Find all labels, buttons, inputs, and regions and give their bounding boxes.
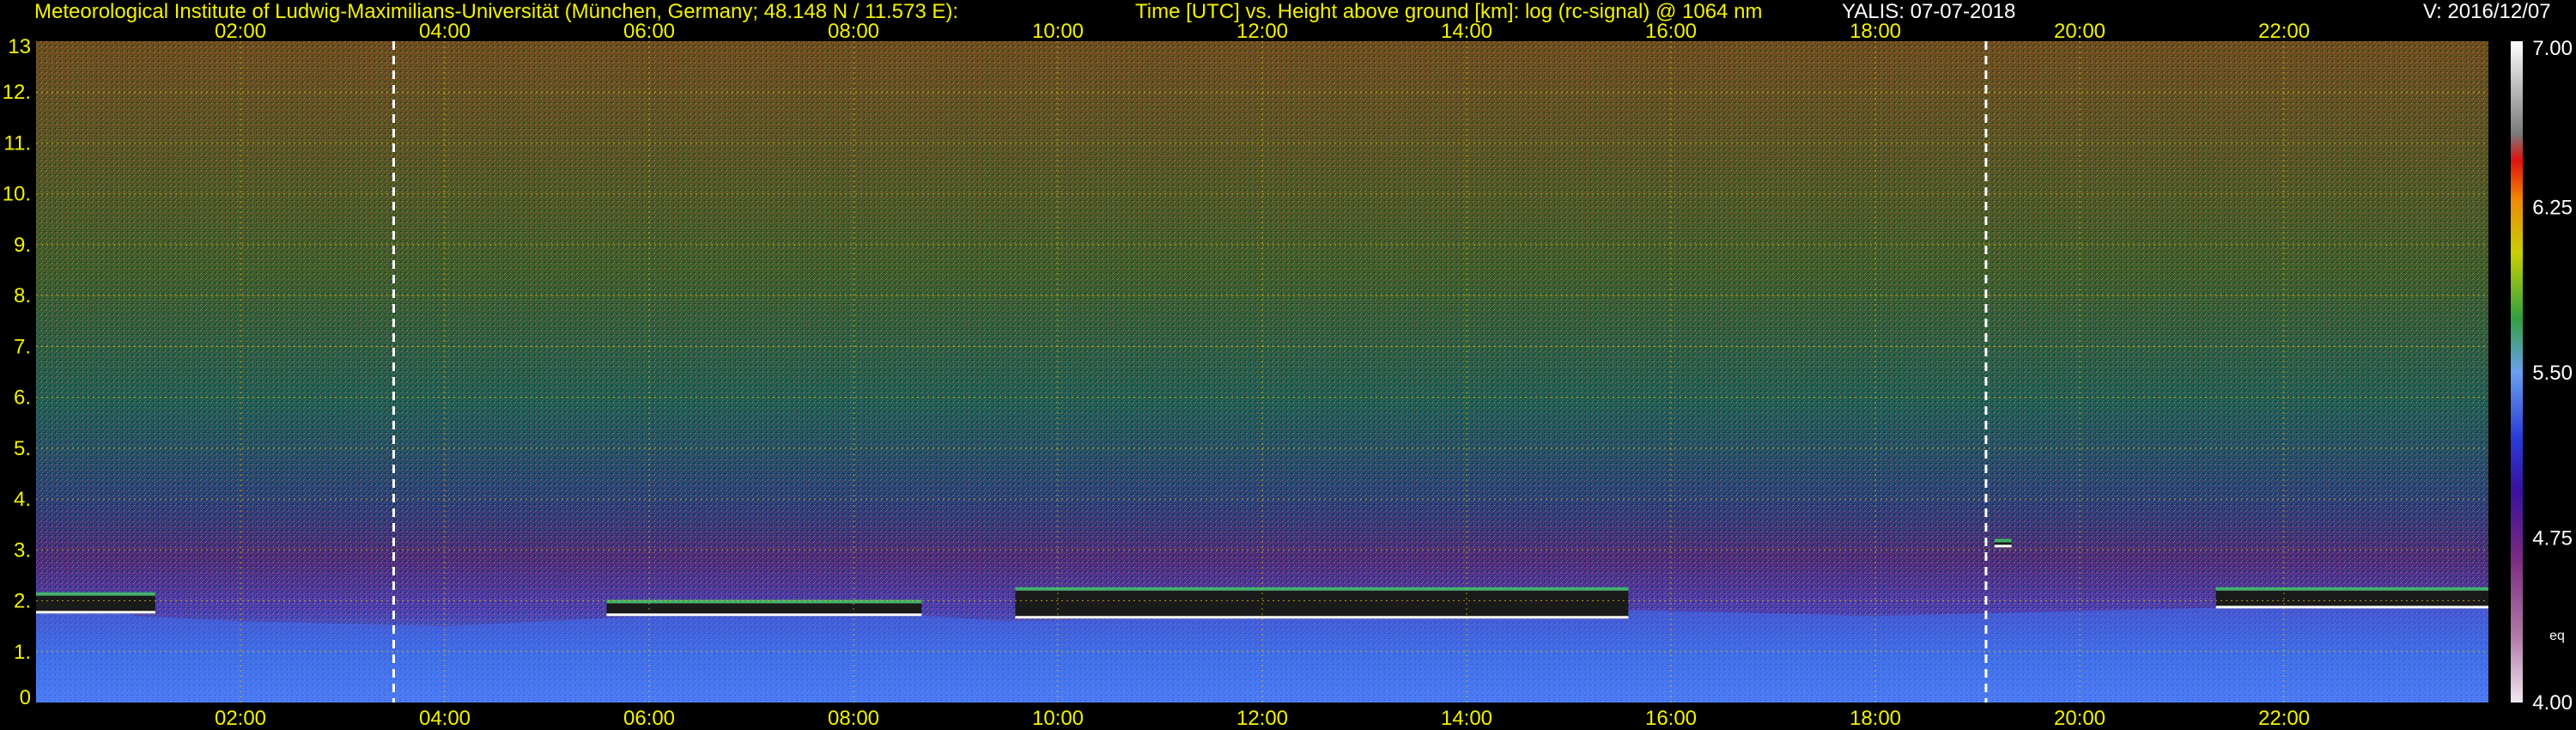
y-tick-label: 0 (20, 686, 31, 709)
x-tick-label-bottom: 08:00 (828, 707, 879, 730)
y-tick-label: 10. (3, 183, 31, 206)
colorbar (2511, 41, 2523, 703)
cloud-top-edge (1994, 538, 2012, 543)
x-tick-label-bottom: 18:00 (1850, 707, 1901, 730)
cloud-base-edge (606, 613, 922, 617)
y-tick-label: 9. (14, 234, 31, 257)
x-tick-label-bottom: 04:00 (419, 707, 471, 730)
lidar-chart: 02:00 02:00 04:00 04:00 06:00 06:00 08:00 08:00… (3, 20, 2573, 730)
x-tick-label-bottom: 02:00 (215, 707, 266, 730)
y-tick-label: 3. (14, 538, 31, 562)
x-tick-label-bottom: 20:00 (2054, 707, 2105, 730)
cloud-base-edge (2215, 605, 2488, 609)
y-tick-label: 2. (14, 590, 31, 613)
x-tick-label-top: 02:00 (215, 20, 266, 43)
x-tick-label-bottom: 06:00 (623, 707, 675, 730)
cloud-top-edge (2215, 587, 2488, 591)
colorbar-tick-label: 5.50 (2532, 362, 2573, 385)
cloud-base-edge (1994, 544, 2012, 548)
y-tick-label: 8. (14, 284, 31, 307)
x-tick-label-top: 04:00 (419, 20, 471, 43)
colorbar-tick-label: 7.00 (2532, 37, 2573, 60)
x-tick-label-top: 06:00 (623, 20, 675, 43)
y-tick-label: 7. (14, 335, 31, 358)
y-tick-label: 1. (14, 641, 31, 664)
colorbar-unit-label: eq (2549, 629, 2565, 643)
cloud-core (36, 595, 155, 614)
x-tick-label-bottom: 12:00 (1236, 707, 1288, 730)
cloud-layer (606, 599, 922, 617)
cloud-top-edge (1015, 587, 1629, 591)
colorbar-tick-label: 4.00 (2532, 691, 2573, 715)
x-tick-label-top: 22:00 (2258, 20, 2310, 43)
cloud-layer (1994, 538, 2012, 548)
y-tick-label: 11. (3, 131, 31, 155)
x-tick-label-bottom: 10:00 (1032, 707, 1084, 730)
y-tick-label: 13 (8, 35, 31, 58)
y-tick-label: 5. (14, 437, 31, 460)
cloud-base-edge (1015, 616, 1629, 619)
cloud-layer (2215, 587, 2488, 609)
cloud-layer (36, 592, 155, 614)
x-tick-label-bottom: 14:00 (1441, 707, 1492, 730)
x-tick-label-bottom: 22:00 (2258, 707, 2310, 730)
x-tick-label-top: 08:00 (828, 20, 879, 43)
y-tick-label: 6. (14, 386, 31, 410)
cloud-top-edge (36, 592, 155, 596)
cloud-base-edge (36, 611, 155, 614)
x-tick-label-top: 20:00 (2054, 20, 2105, 43)
x-tick-label-top: 18:00 (1850, 20, 1901, 43)
cloud-core (1015, 590, 1629, 619)
x-tick-label-top: 14:00 (1441, 20, 1492, 43)
x-tick-label-top: 10:00 (1032, 20, 1084, 43)
cloud-layer (1015, 587, 1629, 619)
y-tick-label: 12. (3, 81, 31, 104)
colorbar-tick-label: 4.75 (2532, 527, 2573, 551)
cloud-core (2215, 590, 2488, 609)
x-tick-label-top: 16:00 (1645, 20, 1697, 43)
colorbar-tick-label: 6.25 (2532, 197, 2573, 220)
y-tick-label: 4. (14, 488, 31, 511)
x-tick-label-top: 12:00 (1236, 20, 1288, 43)
x-tick-label-bottom: 16:00 (1645, 707, 1697, 730)
